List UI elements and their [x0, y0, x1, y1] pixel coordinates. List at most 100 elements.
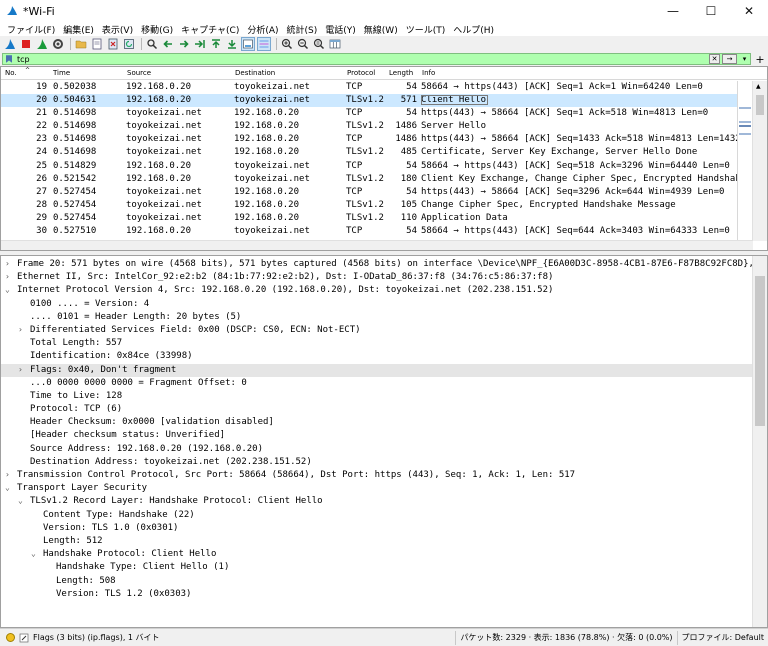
detail-tree-item[interactable]: › Frame 20: 571 bytes on wire (4568 bits)…	[1, 258, 753, 271]
add-filter-button[interactable]: +	[754, 53, 766, 66]
detail-tree-item[interactable]: ⌄ Transport Layer Security	[1, 482, 753, 495]
collapsed-chevron-icon[interactable]: ›	[5, 470, 10, 479]
go-to-packet-button[interactable]	[193, 37, 207, 51]
go-first-packet-button[interactable]	[209, 37, 223, 51]
menu-edit[interactable]: 編集(E)	[59, 23, 98, 36]
clear-filter-button[interactable]: ✕	[709, 54, 720, 64]
go-last-packet-button[interactable]	[225, 37, 239, 51]
collapsed-chevron-icon[interactable]: ›	[5, 272, 10, 281]
collapsed-chevron-icon[interactable]: ›	[18, 365, 23, 374]
column-header-no[interactable]: No.	[5, 69, 17, 77]
expert-info-icon[interactable]	[6, 633, 15, 642]
menu-go[interactable]: 移動(G)	[137, 23, 177, 36]
detail-tree-item[interactable]: Time to Live: 128	[1, 390, 753, 403]
start-capture-button[interactable]	[3, 37, 17, 51]
colorize-button[interactable]	[257, 37, 271, 51]
menu-telephony[interactable]: 電話(Y)	[321, 23, 360, 36]
detail-tree-item[interactable]: Version: TLS 1.0 (0x0301)	[1, 522, 753, 535]
zoom-in-button[interactable]	[280, 37, 294, 51]
detail-tree-item[interactable]: [Header checksum status: Unverified]	[1, 429, 753, 442]
packet-row[interactable]: 21 0.514698 toyokeizai.net 192.168.0.20 TCP 5…	[1, 107, 753, 120]
expanded-chevron-icon[interactable]: ⌄	[5, 483, 10, 492]
packet-list-horizontal-scrollbar[interactable]	[1, 240, 753, 250]
column-header-time[interactable]: Time	[53, 69, 70, 77]
resize-columns-button[interactable]	[328, 37, 342, 51]
reload-file-button[interactable]	[122, 37, 136, 51]
stop-capture-button[interactable]	[19, 37, 33, 51]
packet-row[interactable]: 27 0.527454 toyokeizai.net 192.168.0.20 TCP 5…	[1, 186, 753, 199]
detail-tree-item[interactable]: Source Address: 192.168.0.20 (192.168.0.…	[1, 443, 753, 456]
display-filter-input[interactable]	[15, 54, 707, 64]
restart-capture-button[interactable]	[35, 37, 49, 51]
column-header-destination[interactable]: Destination	[235, 69, 275, 77]
detail-tree-item[interactable]: Header Checksum: 0x0000 [validation disa…	[1, 416, 753, 429]
profile-text[interactable]: プロファイル: Default	[676, 630, 768, 645]
collapsed-chevron-icon[interactable]: ›	[18, 325, 23, 334]
close-button[interactable]: ✕	[730, 0, 768, 22]
expanded-chevron-icon[interactable]: ⌄	[18, 496, 23, 505]
detail-tree-item[interactable]: Length: 512	[1, 535, 753, 548]
filter-dropdown-button[interactable]: ▾	[739, 54, 750, 64]
packet-minimap[interactable]	[737, 81, 752, 241]
detail-tree-item[interactable]: ...0 0000 0000 0000 = Fragment Offset: 0	[1, 377, 753, 390]
bookmark-icon[interactable]	[3, 54, 15, 64]
details-vertical-scrollbar[interactable]	[752, 256, 767, 627]
scroll-thumb[interactable]	[756, 95, 764, 115]
column-header-protocol[interactable]: Protocol	[347, 69, 375, 77]
expanded-chevron-icon[interactable]: ⌄	[31, 549, 36, 558]
packet-row[interactable]: 29 0.527454 toyokeizai.net 192.168.0.20 TLSv…	[1, 212, 753, 225]
detail-tree-item[interactable]: Protocol: TCP (6)	[1, 403, 753, 416]
packet-row[interactable]: 30 0.527510 192.168.0.20 toyokeizai.net TCP 5…	[1, 225, 753, 238]
minimize-button[interactable]: —	[654, 0, 692, 22]
detail-tree-item[interactable]: › Differentiated Services Field: 0x00 (DS…	[1, 324, 753, 337]
detail-tree-item[interactable]: Version: TLS 1.2 (0x0303)	[1, 588, 753, 601]
apply-filter-button[interactable]: →	[722, 54, 737, 64]
expanded-chevron-icon[interactable]: ⌄	[5, 285, 10, 294]
zoom-out-button[interactable]	[296, 37, 310, 51]
detail-tree-item[interactable]: Identification: 0x84ce (33998)	[1, 350, 753, 363]
column-header-info[interactable]: Info	[422, 69, 435, 77]
detail-tree-item[interactable]: .... 0101 = Header Length: 20 bytes (5)	[1, 311, 753, 324]
save-file-button[interactable]	[90, 37, 104, 51]
detail-tree-item[interactable]: › Transmission Control Protocol, Src Port…	[1, 469, 753, 482]
close-file-button[interactable]	[106, 37, 120, 51]
detail-tree-item[interactable]: Content Type: Handshake (22)	[1, 509, 753, 522]
menu-capture[interactable]: キャプチャ(C)	[177, 23, 243, 36]
scroll-thumb[interactable]	[755, 276, 765, 426]
detail-tree-item[interactable]: ⌄ TLSv1.2 Record Layer: Handshake Protoco…	[1, 495, 753, 508]
menu-view[interactable]: 表示(V)	[98, 23, 137, 36]
packet-row[interactable]: 26 0.521542 192.168.0.20 toyokeizai.net TLSv…	[1, 173, 753, 186]
column-header-source[interactable]: Source	[127, 69, 151, 77]
packet-row[interactable]: 24 0.514698 toyokeizai.net 192.168.0.20 TLSv…	[1, 146, 753, 159]
detail-tree-item[interactable]: 0100 .... = Version: 4	[1, 298, 753, 311]
scroll-up-icon[interactable]: ▲	[756, 83, 761, 90]
menu-statistics[interactable]: 統計(S)	[283, 23, 322, 36]
packet-row[interactable]: 19 0.502038 192.168.0.20 toyokeizai.net TCP 5…	[1, 81, 753, 94]
menu-analyze[interactable]: 分析(A)	[243, 23, 282, 36]
menu-wireless[interactable]: 無線(W)	[360, 23, 402, 36]
detail-tree-item[interactable]: Destination Address: toyokeizai.net (202…	[1, 456, 753, 469]
normal-size-button[interactable]	[312, 37, 326, 51]
detail-tree-item[interactable]: › Flags: 0x40, Don't fragment	[1, 363, 753, 377]
edit-comment-icon[interactable]	[19, 633, 29, 643]
detail-tree-item[interactable]: ⌄ Internet Protocol Version 4, Src: 192.1…	[1, 284, 753, 297]
column-header-length[interactable]: Length	[389, 69, 413, 77]
detail-tree-item[interactable]: Length: 508	[1, 575, 753, 588]
packet-row[interactable]: 20 0.504631 192.168.0.20 toyokeizai.net TLSv…	[1, 94, 753, 108]
detail-tree-item[interactable]: › Ethernet II, Src: IntelCor_92:e2:b2 (84…	[1, 271, 753, 284]
go-forward-button[interactable]	[177, 37, 191, 51]
packet-row[interactable]: 23 0.514698 toyokeizai.net 192.168.0.20 TCP 1…	[1, 133, 753, 146]
detail-tree-item[interactable]: Total Length: 557	[1, 337, 753, 350]
menu-tools[interactable]: ツール(T)	[402, 23, 450, 36]
autoscroll-button[interactable]	[241, 37, 255, 51]
packet-row[interactable]: 25 0.514829 192.168.0.20 toyokeizai.net TCP 5…	[1, 160, 753, 173]
detail-tree-item[interactable]: Handshake Type: Client Hello (1)	[1, 561, 753, 574]
detail-tree-item[interactable]: ⌄ Handshake Protocol: Client Hello	[1, 548, 753, 561]
packet-row[interactable]: 28 0.527454 toyokeizai.net 192.168.0.20 TLSv…	[1, 199, 753, 212]
menu-file[interactable]: ファイル(F)	[3, 23, 59, 36]
packet-row[interactable]: 22 0.514698 toyokeizai.net 192.168.0.20 TLSv…	[1, 120, 753, 133]
packet-list-vertical-scrollbar[interactable]: ▲	[752, 81, 767, 241]
open-file-button[interactable]	[74, 37, 88, 51]
menu-help[interactable]: ヘルプ(H)	[449, 23, 498, 36]
find-packet-button[interactable]	[145, 37, 159, 51]
